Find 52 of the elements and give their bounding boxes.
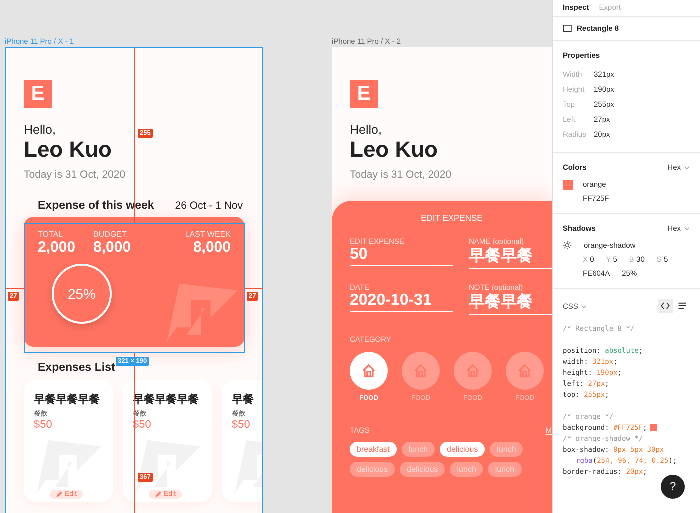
section-title: Expenses List — [38, 362, 116, 374]
category-button[interactable] — [402, 352, 440, 390]
help-button[interactable]: ? — [661, 475, 685, 499]
logo: E — [350, 80, 378, 108]
expense-amount: $50 — [34, 419, 54, 431]
tag-chip[interactable]: delicious — [400, 462, 446, 477]
input-field[interactable]: 2020-10-31 — [350, 292, 453, 312]
house-icon — [465, 363, 481, 379]
tag-chip[interactable]: delicious — [440, 442, 486, 457]
percent-text: 25% — [68, 286, 96, 302]
tag-chip[interactable]: lunch — [450, 462, 484, 477]
code-icon — [661, 302, 670, 310]
tag-chip[interactable]: breakfast — [350, 442, 397, 457]
greeting: Hello, — [24, 123, 56, 137]
tag-chip[interactable]: delicious — [350, 462, 396, 477]
house-icon — [413, 363, 429, 379]
category-button[interactable] — [454, 352, 492, 390]
stat-label: BUDGET — [94, 230, 128, 239]
expense-title: 早餐早餐早餐 — [34, 392, 101, 407]
user-name: Leo Kuo — [24, 137, 112, 163]
menu-icon — [678, 302, 687, 310]
category-button[interactable] — [506, 352, 544, 390]
stat-label: TOTAL — [38, 230, 64, 239]
tag-chip[interactable]: lunch — [488, 462, 522, 477]
chevron-down-icon — [684, 166, 690, 170]
category-button[interactable] — [350, 352, 388, 390]
expense-amount: $50 — [232, 419, 252, 431]
pencil-icon — [155, 491, 162, 498]
house-icon — [361, 363, 377, 379]
sheet-title: EDIT EXPENSE — [420, 213, 484, 223]
chevron-down-icon — [684, 227, 690, 231]
user-name: Leo Kuo — [350, 137, 438, 163]
tag-chip[interactable]: lunch — [490, 442, 524, 457]
date-text: Today is 31 Oct, 2020 — [24, 169, 126, 181]
logo: E — [24, 80, 52, 108]
stat-value: 8,000 — [193, 239, 231, 256]
stat-value: 2,000 — [38, 239, 76, 256]
pencil-icon — [56, 491, 63, 498]
chevron-down-icon — [581, 304, 588, 308]
house-icon — [517, 363, 533, 379]
stat-value: 8,000 — [94, 239, 132, 256]
input-field[interactable]: 50 — [350, 246, 453, 266]
greeting: Hello, — [350, 123, 382, 137]
tag-chip[interactable]: lunch — [402, 442, 436, 457]
code-view-button[interactable] — [658, 299, 673, 313]
sun-icon — [563, 241, 572, 250]
date-range: 26 Oct - 1 Nov — [175, 200, 243, 212]
rectangle-icon — [563, 25, 572, 32]
expense-title: 早餐 — [232, 392, 255, 407]
summary-card[interactable]: TOTAL 2,000 BUDGET 8,000 LAST WEEK 8,000 25% — [24, 217, 245, 347]
stat-label: LAST WEEK — [185, 230, 231, 239]
date-text: Today is 31 Oct, 2020 — [350, 169, 452, 181]
